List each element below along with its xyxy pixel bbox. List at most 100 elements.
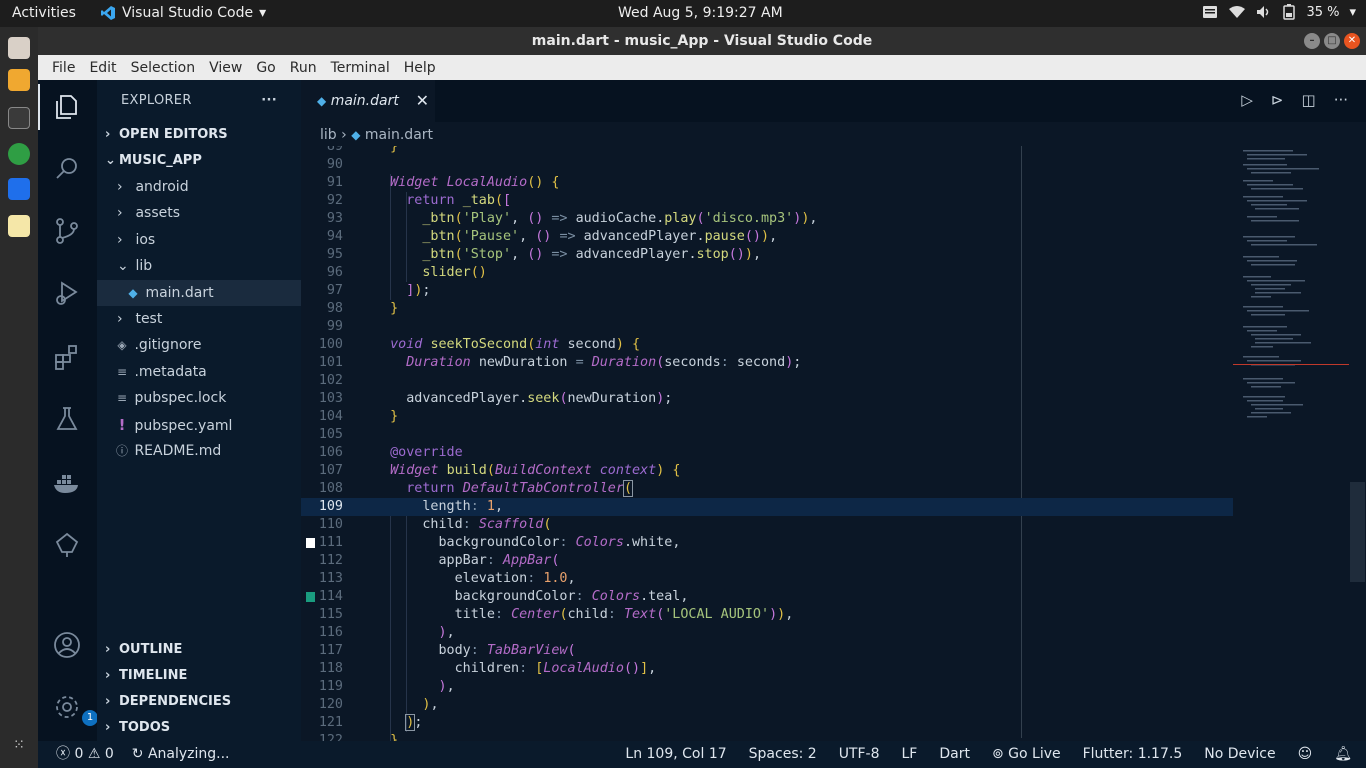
app-menu[interactable]: Visual Studio Code ▾ <box>100 5 266 21</box>
debug-run-icon[interactable]: ⊳ <box>1271 91 1284 109</box>
close-window-button[interactable]: ✕ <box>1344 33 1360 49</box>
more-actions-icon[interactable]: ··· <box>1334 91 1348 109</box>
dart-file-icon: ◆ <box>317 94 327 108</box>
files-icon[interactable] <box>8 37 30 59</box>
tree-view-icon[interactable] <box>52 530 82 560</box>
outline-label: OUTLINE <box>119 642 183 657</box>
flutter-version[interactable]: Flutter: 1.17.5 <box>1083 741 1183 768</box>
problems-indicator[interactable]: ⓧ 0 ⚠ 0 <box>56 741 114 768</box>
chrome-icon[interactable] <box>8 143 30 165</box>
close-tab-icon[interactable]: ✕ <box>416 80 429 122</box>
menu-terminal[interactable]: Terminal <box>324 60 397 76</box>
scrollbar-thumb[interactable] <box>1350 482 1365 582</box>
code-line: 103 advancedPlayer.seek(newDuration); <box>318 391 673 406</box>
search-icon[interactable] <box>52 154 82 184</box>
vscode-dock-icon[interactable] <box>8 178 30 200</box>
terminal-icon[interactable] <box>8 107 30 129</box>
language-mode[interactable]: Dart <box>939 741 970 768</box>
docker-icon[interactable] <box>52 468 82 498</box>
cursor-position[interactable]: Ln 109, Col 17 <box>625 741 726 768</box>
menu-edit[interactable]: Edit <box>82 60 123 76</box>
extensions-icon[interactable] <box>52 342 82 372</box>
device-selector[interactable]: No Device <box>1204 741 1275 768</box>
split-editor-icon[interactable]: ◫ <box>1302 91 1316 109</box>
code-line: 111 backgroundColor: Colors.white, <box>301 534 1233 552</box>
status-left: ⓧ 0 ⚠ 0 ↻ Analyzing... <box>56 741 230 768</box>
run-icon[interactable]: ▷ <box>1241 91 1253 109</box>
tree-item-metadata[interactable]: ≡ .metadata <box>97 359 301 385</box>
menu-view[interactable]: View <box>202 60 249 76</box>
feedback-icon[interactable]: ☺ <box>1298 741 1313 768</box>
vertical-scrollbar[interactable] <box>1349 146 1366 741</box>
menu-run[interactable]: Run <box>283 60 324 76</box>
tree-item-lib[interactable]: ⌄ lib <box>97 253 301 279</box>
encoding[interactable]: UTF-8 <box>839 741 880 768</box>
sublime-text-icon[interactable] <box>8 69 30 91</box>
tree-item-pubspec-yaml[interactable]: ! pubspec.yaml <box>97 412 301 438</box>
text-editor-icon[interactable] <box>8 215 30 237</box>
wifi-icon <box>1229 6 1246 18</box>
account-icon[interactable] <box>52 630 82 660</box>
battery-percent: 35 % <box>1306 4 1340 20</box>
end-of-line[interactable]: LF <box>902 741 918 768</box>
code-line: 113 elevation: 1.0, <box>318 571 576 586</box>
chevron-down-icon: ⌄ <box>117 258 129 275</box>
outline-section[interactable]: › OUTLINE <box>97 637 301 663</box>
code-editor[interactable]: 89 } 90 91 Widget LocalAudio() { 92 retu… <box>301 146 1233 741</box>
tree-item-pubspec-lock[interactable]: ≡ pubspec.lock <box>97 385 301 411</box>
breadcrumb-file[interactable]: main.dart <box>365 127 433 143</box>
dependencies-section[interactable]: › DEPENDENCIES <box>97 689 301 715</box>
clock[interactable]: Wed Aug 5, 9:19:27 AM <box>618 5 783 21</box>
tree-item-label: pubspec.yaml <box>134 417 233 434</box>
explorer-header: EXPLORER ··· <box>97 80 301 122</box>
tree-item-test[interactable]: › test <box>97 306 301 332</box>
notifications-bell-icon[interactable]: 🔔︎ <box>1334 741 1352 768</box>
tree-item-main-dart[interactable]: ◆ main.dart <box>97 279 301 306</box>
timeline-section[interactable]: › TIMELINE <box>97 663 301 689</box>
tree-item-ios[interactable]: › ios <box>97 227 301 253</box>
project-section[interactable]: ⌄ MUSIC_APP <box>97 148 301 174</box>
menu-selection[interactable]: Selection <box>124 60 203 76</box>
window-title: main.dart - music_App - Visual Studio Co… <box>531 33 873 49</box>
run-debug-icon[interactable] <box>52 278 82 308</box>
source-control-icon[interactable] <box>52 216 82 246</box>
show-apps-icon[interactable]: ⁙ <box>8 737 30 759</box>
breadcrumb-folder[interactable]: lib <box>320 127 337 143</box>
explorer-title: EXPLORER <box>121 93 192 108</box>
minimap[interactable] <box>1233 146 1349 741</box>
settings-gear-icon[interactable]: 1 <box>52 692 98 726</box>
explorer-icon[interactable] <box>38 84 82 130</box>
tab-main-dart[interactable]: ◆ main.dart ✕ <box>301 80 435 122</box>
chevron-right-icon: › <box>105 642 111 657</box>
activities-button[interactable]: Activities <box>12 5 76 21</box>
minimize-button[interactable]: – <box>1304 33 1320 49</box>
tree-item-gitignore[interactable]: ◈ .gitignore <box>97 332 301 358</box>
code-line: 98 } <box>326 301 399 316</box>
dependencies-label: DEPENDENCIES <box>119 694 232 709</box>
more-actions-button[interactable]: ··· <box>261 80 277 122</box>
tree-item-android[interactable]: › android <box>97 174 301 200</box>
analyzing-indicator[interactable]: ↻ Analyzing... <box>132 741 230 768</box>
menu-help[interactable]: Help <box>397 60 443 76</box>
maximize-button[interactable]: □ <box>1324 33 1340 49</box>
code-line: 95 _btn('Stop', () => advancedPlayer.sto… <box>326 247 761 262</box>
tree-item-assets[interactable]: › assets <box>97 200 301 226</box>
code-line: 104 } <box>318 409 399 424</box>
code-line: 110 child: Scaffold( <box>318 517 552 532</box>
tree-item-label: main.dart <box>145 284 214 301</box>
tree-item-label: .gitignore <box>134 337 202 354</box>
code-line: 93 _btn('Play', () => audioCache.play('d… <box>326 211 818 226</box>
open-editors-section[interactable]: › OPEN EDITORS <box>97 122 301 148</box>
go-live-button[interactable]: ⊚ Go Live <box>992 741 1061 768</box>
indentation[interactable]: Spaces: 2 <box>749 741 817 768</box>
todos-section[interactable]: › TODOS <box>97 715 301 741</box>
explorer-sidebar: EXPLORER ··· › OPEN EDITORS ⌄ MUSIC_APP › … <box>97 80 301 741</box>
testing-flask-icon[interactable] <box>52 404 82 434</box>
system-tray[interactable]: 35 % ▾ <box>1202 4 1356 20</box>
menu-file[interactable]: File <box>45 60 82 76</box>
code-line: 122 } <box>318 733 399 741</box>
menu-go[interactable]: Go <box>249 60 282 76</box>
tree-item-readme[interactable]: ⓘ README.md <box>97 438 301 464</box>
tree-item-label: ios <box>135 231 156 248</box>
chevron-right-icon: › <box>341 127 352 143</box>
